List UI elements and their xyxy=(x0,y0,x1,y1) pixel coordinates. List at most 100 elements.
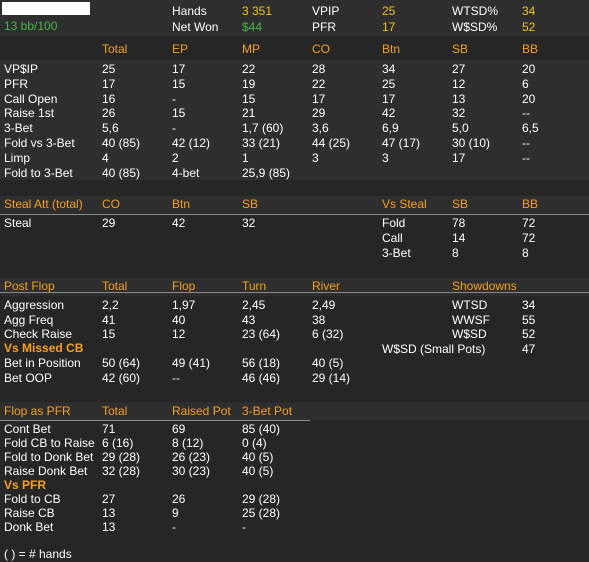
stat-value: 27 xyxy=(102,492,116,506)
showdown-label: WTSD xyxy=(452,298,488,312)
row-label: Call Open xyxy=(4,91,58,106)
column-header: River xyxy=(312,279,341,293)
row-label: Call xyxy=(382,231,403,245)
column-header: Turn xyxy=(242,279,267,293)
stat-value: 42 xyxy=(382,106,396,121)
stat-value: 6 (16) xyxy=(102,436,134,450)
row-label: Agg Freq xyxy=(4,312,54,327)
stat-value: 40 (85) xyxy=(102,136,141,150)
vpip-value: 25 xyxy=(382,4,396,18)
stat-value: 5,0 xyxy=(452,121,469,136)
column-header: CO xyxy=(102,197,120,211)
stat-value: 3 xyxy=(382,150,389,165)
stat-value: 34 xyxy=(382,62,396,76)
stat-value: -- xyxy=(172,371,180,385)
row-label: Fold to Donk Bet xyxy=(4,450,94,464)
stat-value: 26 xyxy=(172,492,186,506)
stat-value: 25 (28) xyxy=(242,506,281,520)
stat-value: 42 (12) xyxy=(172,136,211,150)
column-header: Total xyxy=(102,42,128,56)
stat-value: 16 xyxy=(102,91,116,106)
vpip-label: VPIP xyxy=(312,4,340,18)
stat-value: 71 xyxy=(102,422,116,436)
column-header: SB xyxy=(452,42,469,56)
stat-value: 4-bet xyxy=(172,165,200,180)
stat-value: 6,9 xyxy=(382,121,399,136)
row-label: 3-Bet xyxy=(382,246,411,260)
stat-value: 32 xyxy=(452,106,466,121)
row-label: Fold CB to Raise xyxy=(4,436,95,450)
stat-value: 22 xyxy=(312,76,326,91)
stat-value: 13 xyxy=(452,91,466,106)
stat-value: 22 xyxy=(242,62,256,76)
stat-value: 42 (60) xyxy=(102,371,141,385)
wtsd-value: 34 xyxy=(522,4,536,18)
row-label: Bet in Position xyxy=(4,356,81,370)
column-header: SB xyxy=(452,197,469,211)
stat-value: 3 xyxy=(312,150,319,165)
row-label: Check Raise xyxy=(4,327,73,341)
stat-value: 2,2 xyxy=(102,298,119,312)
stat-value: 8 xyxy=(452,246,459,260)
stat-value: 49 (41) xyxy=(172,356,211,370)
stat-value: 6 xyxy=(522,76,529,91)
vs-steal-title: Vs Steal xyxy=(382,197,427,211)
stat-value: 26 xyxy=(102,106,116,121)
stat-value: 32 xyxy=(242,216,256,230)
stat-value: 6,5 xyxy=(522,121,539,136)
stat-value: 17 xyxy=(312,91,326,106)
divider xyxy=(0,420,310,421)
stat-value: 30 (10) xyxy=(452,136,491,150)
stat-value: - xyxy=(172,520,176,534)
stat-value: 1 xyxy=(242,150,249,165)
divider xyxy=(0,214,589,215)
stat-value: 78 xyxy=(452,216,466,230)
stat-value: - xyxy=(242,520,246,534)
stat-value: 2,45 xyxy=(242,298,266,312)
stat-value: 32 (28) xyxy=(102,464,141,478)
stat-value: 23 (64) xyxy=(242,327,281,341)
stat-value: 17 xyxy=(452,150,466,165)
stat-value: 13 xyxy=(102,506,116,520)
steal-title: Steal Att (total) xyxy=(4,197,83,211)
row-label: Aggression xyxy=(4,298,65,312)
winrate-text: 13 bb/100 xyxy=(4,19,58,33)
stat-value: 29 xyxy=(312,106,326,121)
stat-value: 38 xyxy=(312,312,326,327)
stat-value: 12 xyxy=(172,327,186,341)
row-band xyxy=(0,196,589,214)
column-header: Flop xyxy=(172,279,196,293)
stat-value: 72 xyxy=(522,216,536,230)
row-label: 3-Bet xyxy=(4,121,33,136)
stat-value: 17 xyxy=(172,62,186,76)
column-header: Raised Pot xyxy=(172,404,231,418)
row-label: Steal xyxy=(4,216,32,230)
hands-value: 3 351 xyxy=(242,4,273,18)
showdown-value: 47 xyxy=(522,341,536,356)
row-label: Fold vs 3-Bet xyxy=(4,136,75,150)
row-band xyxy=(0,402,589,420)
stat-value: -- xyxy=(522,150,530,165)
row-label: Fold xyxy=(382,216,406,230)
stat-value: 1,97 xyxy=(172,298,196,312)
stat-value: 0 (4) xyxy=(242,436,267,450)
stats-panel: 13 bb/100 Hands 3 351 Net Won $44 VPIP 2… xyxy=(0,0,589,562)
wsd-label: W$SD% xyxy=(452,20,498,34)
stat-value: 15 xyxy=(242,91,256,106)
stat-value: 15 xyxy=(102,327,116,341)
column-header: 3-Bet Pot xyxy=(242,404,293,418)
stat-value: 43 xyxy=(242,312,256,327)
stat-value: -- xyxy=(522,136,530,150)
column-header: EP xyxy=(172,42,189,56)
pfr-value: 17 xyxy=(382,20,396,34)
player-name-redacted xyxy=(2,2,90,15)
footer-note: ( ) = # hands xyxy=(4,547,72,561)
stat-value: 29 xyxy=(102,216,116,230)
stat-value: 14 xyxy=(452,231,466,245)
stat-value: 2,49 xyxy=(312,298,336,312)
column-header: Total xyxy=(102,404,128,418)
stat-value: 56 (18) xyxy=(242,356,281,370)
showdown-label: W$SD xyxy=(452,327,487,341)
stat-value: 12 xyxy=(452,76,466,91)
column-header: Btn xyxy=(172,197,191,211)
